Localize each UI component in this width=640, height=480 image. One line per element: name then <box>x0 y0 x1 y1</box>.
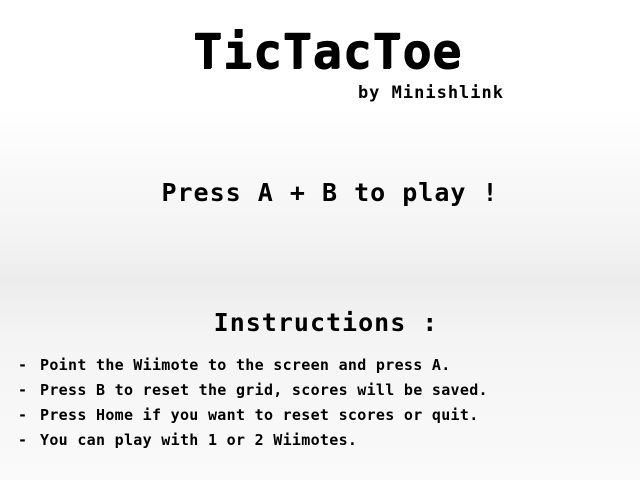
title-screen: TicTacToe by Minishlink Press A + B to p… <box>0 0 640 480</box>
instruction-text: Press B to reset the grid, scores will b… <box>40 381 488 399</box>
bullet-dash: - <box>18 381 28 399</box>
bullet-dash: - <box>18 356 28 374</box>
bullet-dash: - <box>18 431 28 449</box>
instruction-item: - Press B to reset the grid, scores will … <box>18 378 488 403</box>
instruction-item: - You can play with 1 or 2 Wiimotes. <box>18 428 488 453</box>
instruction-text: Point the Wiimote to the screen and pres… <box>40 356 451 374</box>
start-prompt[interactable]: Press A + B to play ! <box>0 178 640 207</box>
instruction-text: Press Home if you want to reset scores o… <box>40 406 479 424</box>
game-title: TicTacToe <box>192 24 463 80</box>
instruction-item: - Point the Wiimote to the screen and pre… <box>18 353 488 378</box>
instruction-item: - Press Home if you want to reset scores … <box>18 403 488 428</box>
author-credit: by Minishlink <box>357 83 504 103</box>
instructions-list: - Point the Wiimote to the screen and pre… <box>18 353 488 453</box>
instructions-heading: Instructions : <box>213 308 439 337</box>
bullet-dash: - <box>18 406 28 424</box>
instruction-text: You can play with 1 or 2 Wiimotes. <box>40 431 358 449</box>
